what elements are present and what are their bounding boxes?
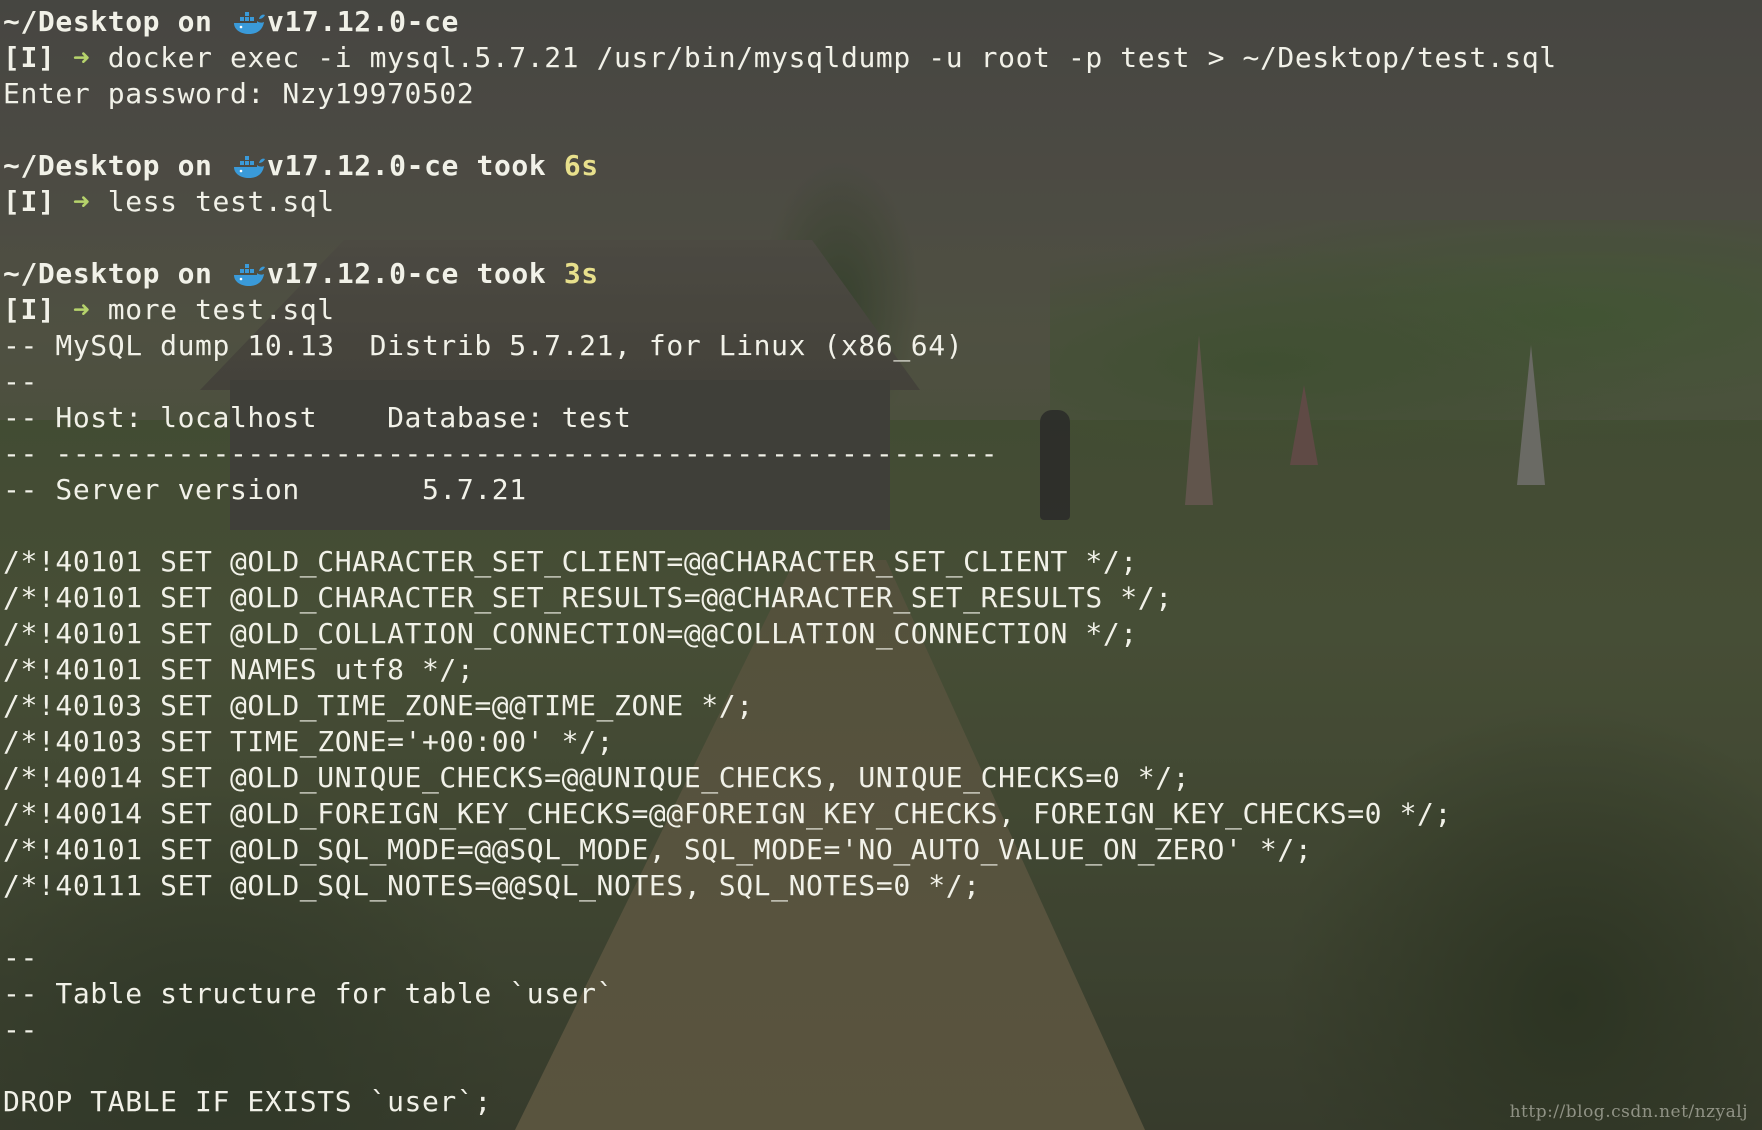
output-line: -- Server version 5.7.21 (3, 473, 527, 506)
output-line: DROP TABLE IF EXISTS `user`; (3, 1085, 492, 1118)
prompt-path: ~/Desktop (3, 149, 161, 182)
output-line: /*!40111 SET @OLD_SQL_NOTES=@@SQL_NOTES,… (3, 869, 981, 902)
took-word: took (476, 149, 547, 182)
whale-icon (232, 152, 266, 180)
output-line: -- MySQL dump 10.13 Distrib 5.7.21, for … (3, 329, 964, 362)
command-text: more test.sql (107, 293, 335, 326)
output-line: /*!40101 SET @OLD_CHARACTER_SET_RESULTS=… (3, 581, 1173, 614)
output-line: -- Host: localhost Database: test (3, 401, 632, 434)
arrow-right-icon: ➜ (72, 293, 91, 326)
output-line: -- (3, 941, 38, 974)
output-line: /*!40014 SET @OLD_UNIQUE_CHECKS=@@UNIQUE… (3, 761, 1191, 794)
prompt-header: ~/Desktop on v17.12.0-ce took 3s (3, 256, 1557, 292)
output-line: -- Table structure for table `user` (3, 977, 615, 1010)
vi-mode-indicator: [I] (3, 41, 56, 74)
vi-mode-indicator: [I] (3, 293, 56, 326)
docker-version: v17.12.0-ce (266, 5, 460, 38)
took-word: took (476, 257, 547, 290)
prompt-on-word: on (177, 257, 213, 290)
output-line: /*!40101 SET @OLD_SQL_MODE=@@SQL_MODE, S… (3, 833, 1313, 866)
output-line: -- (3, 365, 38, 398)
prompt-header: ~/Desktop on v17.12.0-ce took 6s (3, 148, 1557, 184)
docker-version: v17.12.0-ce (266, 257, 460, 290)
output-line: /*!40101 SET NAMES utf8 */; (3, 653, 475, 686)
output-line: -- -------------------------------------… (3, 437, 999, 470)
prompt-on-word: on (177, 5, 213, 38)
whale-icon (232, 260, 266, 288)
command-duration: 3s (563, 257, 599, 290)
command-line[interactable]: [I] ➜ less test.sql (3, 184, 1557, 220)
docker-version: v17.12.0-ce (266, 149, 460, 182)
output-line: /*!40014 SET @OLD_FOREIGN_KEY_CHECKS=@@F… (3, 797, 1452, 830)
arrow-right-icon: ➜ (72, 41, 91, 74)
whale-icon (232, 8, 266, 36)
prompt-header: ~/Desktop on v17.12.0-ce (3, 4, 1557, 40)
command-text: less test.sql (107, 185, 335, 218)
output-line: /*!40101 SET @OLD_COLLATION_CONNECTION=@… (3, 617, 1138, 650)
output-line: /*!40103 SET TIME_ZONE='+00:00' */; (3, 725, 615, 758)
output-line: /*!40101 SET @OLD_CHARACTER_SET_CLIENT=@… (3, 545, 1138, 578)
prompt-path: ~/Desktop (3, 5, 161, 38)
prompt-path: ~/Desktop (3, 257, 161, 290)
password-prompt: Enter password: Nzy19970502 (3, 77, 475, 110)
terminal-output[interactable]: ~/Desktop on v17.12.0-ce [I] ➜ docker ex… (3, 4, 1557, 1120)
watermark: http://blog.csdn.net/nzyalj (1509, 1102, 1748, 1122)
arrow-right-icon: ➜ (72, 185, 91, 218)
command-duration: 6s (563, 149, 599, 182)
terminal-window[interactable]: ~/Desktop on v17.12.0-ce [I] ➜ docker ex… (0, 0, 1762, 1130)
output-line: -- (3, 1013, 38, 1046)
output-line: /*!40103 SET @OLD_TIME_ZONE=@@TIME_ZONE … (3, 689, 754, 722)
prompt-on-word: on (177, 149, 213, 182)
vi-mode-indicator: [I] (3, 185, 56, 218)
command-line[interactable]: [I] ➜ docker exec -i mysql.5.7.21 /usr/b… (3, 40, 1557, 76)
command-line[interactable]: [I] ➜ more test.sql (3, 292, 1557, 328)
command-text: docker exec -i mysql.5.7.21 /usr/bin/mys… (107, 41, 1557, 74)
